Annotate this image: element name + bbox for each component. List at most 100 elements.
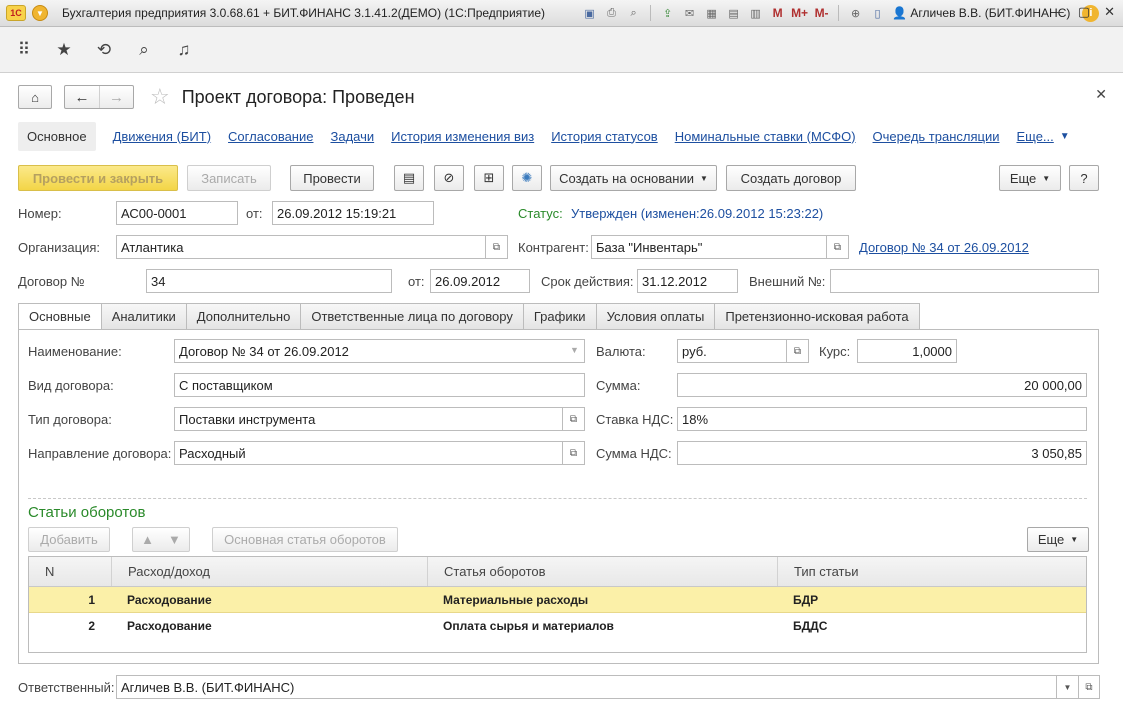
row-item: Оплата сырья и материалов: [443, 619, 614, 633]
responsible-field[interactable]: Агличев В.В. (БИТ.ФИНАНС): [116, 675, 1057, 699]
currency-field[interactable]: руб.: [677, 339, 787, 363]
tab-additional[interactable]: Дополнительно: [186, 303, 302, 330]
contract-type-field[interactable]: Поставки инструмента: [174, 407, 563, 431]
arrow-up-icon[interactable]: ▲: [141, 532, 154, 547]
tab-responsible[interactable]: Ответственные лица по договору: [301, 303, 524, 330]
number-field[interactable]: АС00-0001: [116, 201, 238, 225]
direction-label: Направление договора:: [28, 446, 172, 461]
favorite-star-icon[interactable]: ☆: [150, 84, 170, 110]
paperclip-icon[interactable]: ⊘: [434, 165, 464, 191]
tab-schedules[interactable]: Графики: [523, 303, 597, 330]
bell-icon[interactable]: ♫: [174, 40, 194, 60]
create-based-on-button[interactable]: Создать на основании ▼: [550, 165, 717, 191]
column-header-n[interactable]: N: [29, 557, 111, 586]
link-approval[interactable]: Согласование: [228, 129, 313, 144]
links-more[interactable]: Еще...: [1016, 129, 1053, 144]
dropdown-chevron-icon[interactable]: ▼: [570, 345, 579, 355]
calendar-icon[interactable]: ▥: [747, 5, 764, 22]
open-icon[interactable]: ⧉: [563, 441, 585, 465]
column-header-kind[interactable]: Расход/доход: [111, 557, 427, 586]
memory-button[interactable]: M: [769, 5, 786, 22]
table-row[interactable]: 1 Расходование Материальные расходы БДР: [29, 587, 1086, 613]
responsible-label: Ответственный:: [18, 680, 115, 695]
more-button[interactable]: Еще ▼: [999, 165, 1061, 191]
grid-more-button[interactable]: Еще ▼: [1027, 527, 1089, 552]
post-and-close-button[interactable]: Провести и закрыть: [18, 165, 178, 191]
calculator-icon[interactable]: ▤: [725, 5, 742, 22]
contract-number-field[interactable]: 34: [146, 269, 392, 293]
post-button[interactable]: Провести: [290, 165, 374, 191]
open-icon[interactable]: ⧉: [787, 339, 809, 363]
open-icon[interactable]: ⧉: [1078, 675, 1100, 699]
main-menu-icon[interactable]: ▼: [32, 5, 48, 21]
back-arrow-icon[interactable]: ←: [65, 86, 99, 108]
forward-arrow-icon[interactable]: →: [99, 86, 133, 108]
memory-plus-button[interactable]: M+: [791, 5, 808, 22]
link-movements[interactable]: Движения (БИТ): [113, 129, 211, 144]
tab-claims[interactable]: Претензионно-исковая работа: [715, 303, 920, 330]
minimize-icon[interactable]: —: [1051, 4, 1064, 20]
contractor-field[interactable]: База "Инвентарь": [591, 235, 827, 259]
validity-field[interactable]: 31.12.2012: [637, 269, 738, 293]
link-nominal-rates[interactable]: Номинальные ставки (МСФО): [675, 129, 856, 144]
print-icon[interactable]: ⎙: [603, 5, 620, 22]
upload-icon[interactable]: ⇪: [659, 5, 676, 22]
zoom-icon[interactable]: ⊕: [847, 5, 864, 22]
open-icon[interactable]: ⧉: [486, 235, 508, 259]
link-visa-history[interactable]: История изменения виз: [391, 129, 534, 144]
sum-field[interactable]: 20 000,00: [677, 373, 1087, 397]
currency-label: Валюта:: [596, 344, 646, 359]
external-number-field[interactable]: [830, 269, 1099, 293]
memory-minus-button[interactable]: M-: [813, 5, 830, 22]
link-translation-queue[interactable]: Очередь трансляции: [873, 129, 1000, 144]
current-user[interactable]: 👤 Агличев В.В. (БИТ.ФИНАНС): [892, 6, 1070, 20]
save-icon[interactable]: ▣: [581, 5, 598, 22]
home-button[interactable]: ⌂: [18, 85, 52, 109]
close-form-icon[interactable]: ✕: [1095, 86, 1107, 103]
attach-icon[interactable]: ✉: [681, 5, 698, 22]
save-button[interactable]: Записать: [187, 165, 271, 191]
open-icon[interactable]: ⧉: [563, 407, 585, 431]
tab-analytics[interactable]: Аналитики: [101, 303, 187, 330]
link-main[interactable]: Основное: [18, 121, 96, 151]
link-status-history[interactable]: История статусов: [551, 129, 658, 144]
help-button[interactable]: ?: [1069, 165, 1099, 191]
tab-main[interactable]: Основные: [18, 303, 102, 330]
status-value[interactable]: Утвержден (изменен:26.09.2012 15:23:22): [571, 206, 823, 221]
preview-icon[interactable]: ⌕: [625, 5, 642, 22]
add-button[interactable]: Добавить: [28, 527, 110, 552]
direction-field[interactable]: Расходный: [174, 441, 563, 465]
rate-field[interactable]: 1,0000: [857, 339, 957, 363]
favorites-star-icon[interactable]: ★: [54, 40, 74, 60]
contract-link[interactable]: Договор № 34 от 26.09.2012: [859, 240, 1029, 255]
main-turnover-item-button[interactable]: Основная статья оборотов: [212, 527, 398, 552]
search-icon[interactable]: ⌕: [134, 40, 154, 60]
links-more-chevron-icon[interactable]: ▼: [1060, 131, 1070, 142]
list-icon[interactable]: ▤: [394, 165, 424, 191]
column-header-type[interactable]: Тип статьи: [777, 557, 1086, 586]
history-icon[interactable]: ⟲: [94, 40, 114, 60]
link-tasks[interactable]: Задачи: [330, 129, 374, 144]
table-row[interactable]: 2 Расходование Оплата сырья и материалов…: [29, 613, 1086, 639]
contract-date-field[interactable]: 26.09.2012: [430, 269, 530, 293]
maximize-icon[interactable]: ▢: [1078, 4, 1090, 20]
name-field[interactable]: Договор № 34 от 26.09.2012: [174, 339, 585, 363]
lightbulb-icon[interactable]: ✺: [512, 165, 542, 191]
close-window-icon[interactable]: ✕: [1104, 4, 1115, 20]
table-icon[interactable]: ▦: [703, 5, 720, 22]
open-icon[interactable]: ⧉: [827, 235, 849, 259]
vat-sum-field[interactable]: 3 050,85: [677, 441, 1087, 465]
organization-label: Организация:: [18, 240, 101, 255]
responsible-dropdown-icon[interactable]: ▼: [1057, 675, 1079, 699]
window-icon[interactable]: ▯: [869, 5, 886, 22]
arrow-down-icon[interactable]: ▼: [168, 532, 181, 547]
tab-payment-terms[interactable]: Условия оплаты: [596, 303, 716, 330]
column-header-item[interactable]: Статья оборотов: [427, 557, 777, 586]
apps-grid-icon[interactable]: ⠿: [14, 40, 34, 60]
structure-icon[interactable]: ⊞: [474, 165, 504, 191]
date-field[interactable]: 26.09.2012 15:19:21: [272, 201, 434, 225]
vat-rate-field[interactable]: 18%: [677, 407, 1087, 431]
organization-field[interactable]: Атлантика: [116, 235, 486, 259]
create-contract-button[interactable]: Создать договор: [726, 165, 856, 191]
contract-kind-field[interactable]: С поставщиком: [174, 373, 585, 397]
